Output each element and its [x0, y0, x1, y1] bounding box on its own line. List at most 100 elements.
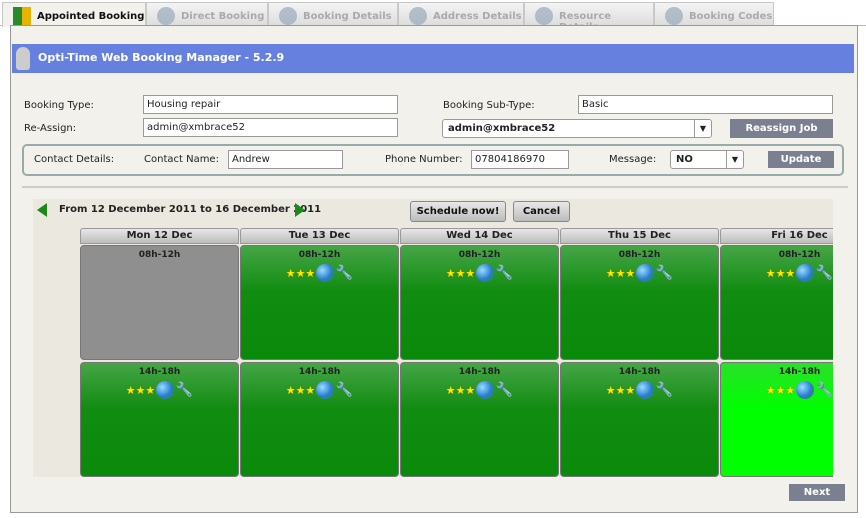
time-slot[interactable]: 08h-12h ★★★ 🔧 — [720, 245, 833, 360]
globe-pin-icon — [409, 7, 427, 25]
slot-time: 14h-18h — [458, 367, 501, 377]
tab-address-details[interactable]: Address Details — [398, 2, 524, 26]
clock-icon — [157, 7, 175, 25]
slot-time: 14h-18h — [618, 367, 661, 377]
slot-time: 14h-18h — [138, 367, 181, 377]
globe-icon — [796, 264, 815, 282]
tab-booking-codes[interactable]: Booking Codes — [654, 2, 774, 26]
day-header: Fri 16 Dec — [720, 228, 833, 244]
reassign-select[interactable]: admin@xmbrace52 ▼ — [442, 119, 712, 138]
star-icon: ★★★ — [125, 383, 156, 397]
update-button[interactable]: Update — [768, 151, 834, 168]
globe-icon — [476, 264, 495, 282]
slot-icons: ★★★ 🔧 — [401, 381, 558, 399]
user-icon — [16, 47, 30, 70]
day-header: Wed 14 Dec — [400, 228, 559, 244]
wrench-icon: 🔧 — [815, 265, 833, 281]
next-button[interactable]: Next — [789, 484, 845, 501]
time-slot[interactable]: 14h-18h ★★★ 🔧 — [80, 362, 239, 477]
time-slot[interactable]: 14h-18h ★★★ 🔧 — [720, 362, 833, 477]
grid-icon — [13, 7, 31, 25]
page-title: Opti-Time Web Booking Manager - 5.2.9 — [38, 51, 285, 64]
slot-time: 08h-12h — [618, 250, 661, 260]
slot-icons: ★★★ 🔧 — [401, 264, 558, 282]
chevron-down-icon: ▼ — [694, 120, 711, 137]
slot-time: 14h-18h — [778, 367, 821, 377]
time-slot[interactable]: 14h-18h ★★★ 🔧 — [400, 362, 559, 477]
slot-icons: ★★★ 🔧 — [561, 381, 718, 399]
app-header: Opti-Time Web Booking Manager - 5.2.9 — [12, 44, 854, 73]
people-icon — [535, 7, 553, 25]
slot-time: 08h-12h — [458, 250, 501, 260]
star-icon: ★★★ — [605, 383, 636, 397]
divider — [22, 186, 848, 188]
globe-icon — [636, 264, 655, 282]
contact-details-label: Contact Details: — [34, 154, 115, 165]
schedule-now-button[interactable]: Schedule now! — [410, 201, 506, 222]
reassign-field[interactable]: admin@xmbrace52 — [143, 118, 398, 137]
time-slot[interactable]: 14h-18h ★★★ 🔧 — [240, 362, 399, 477]
wrench-icon: 🔧 — [495, 382, 514, 398]
time-slot[interactable]: 08h-12h — [80, 245, 239, 360]
star-icon: ★★★ — [285, 383, 316, 397]
contact-name-label: Contact Name: — [144, 154, 219, 165]
booking-type-label: Booking Type: — [24, 100, 94, 111]
time-slot[interactable]: 08h-12h ★★★ 🔧 — [400, 245, 559, 360]
slot-time: 08h-12h — [298, 250, 341, 260]
star-icon: ★★★ — [765, 383, 796, 397]
slot-icons: ★★★ 🔧 — [241, 264, 398, 282]
wrench-icon: 🔧 — [335, 265, 354, 281]
phone-number-label: Phone Number: — [385, 154, 463, 165]
day-header: Thu 15 Dec — [560, 228, 719, 244]
reassign-label: Re-Assign: — [24, 123, 77, 134]
slot-icons: ★★★ 🔧 — [561, 264, 718, 282]
tab-appointed-booking[interactable]: Appointed Booking — [2, 2, 146, 27]
globe-icon — [636, 381, 655, 399]
star-icon: ★★★ — [605, 266, 636, 280]
wrench-icon: 🔧 — [655, 382, 674, 398]
phone-number-field[interactable]: 07804186970 — [471, 150, 569, 169]
contact-name-field[interactable]: Andrew — [228, 150, 343, 169]
bottle-icon — [665, 7, 683, 25]
globe-icon — [316, 264, 335, 282]
globe-icon — [476, 381, 495, 399]
time-slot[interactable]: 14h-18h ★★★ 🔧 — [560, 362, 719, 477]
slot-time: 08h-12h — [778, 250, 821, 260]
calendar: From 12 December 2011 to 16 December 201… — [33, 199, 833, 477]
wrench-icon: 🔧 — [655, 265, 674, 281]
next-week-arrow-icon[interactable] — [295, 203, 305, 217]
slot-icons: ★★★ 🔧 — [721, 264, 833, 282]
day-header: Tue 13 Dec — [240, 228, 399, 244]
slot-icons: ★★★ 🔧 — [81, 381, 238, 399]
message-select[interactable]: NO ▼ — [670, 150, 744, 169]
time-slot[interactable]: 08h-12h ★★★ 🔧 — [240, 245, 399, 360]
booking-type-field[interactable]: Housing repair — [143, 95, 398, 114]
globe-icon — [156, 381, 175, 399]
cancel-button[interactable]: Cancel — [513, 201, 570, 222]
reassign-job-button[interactable]: Reassign Job — [730, 119, 833, 138]
day-header: Mon 12 Dec — [80, 228, 239, 244]
tab-booking-details[interactable]: Booking Details — [268, 2, 398, 26]
tab-bar: Appointed Booking Direct Booking Booking… — [0, 0, 866, 33]
sub-type-field[interactable]: Basic — [578, 95, 833, 114]
star-icon: ★★★ — [445, 383, 476, 397]
message-label: Message: — [609, 154, 657, 165]
star-icon: ★★★ — [765, 266, 796, 280]
chevron-down-icon: ▼ — [726, 151, 743, 168]
previous-week-arrow-icon[interactable] — [37, 203, 47, 217]
slot-time: 14h-18h — [298, 367, 341, 377]
globe-icon — [796, 381, 815, 399]
date-range: From 12 December 2011 to 16 December 201… — [59, 204, 322, 215]
slot-time: 08h-12h — [138, 250, 181, 260]
time-slot[interactable]: 08h-12h ★★★ 🔧 — [560, 245, 719, 360]
tab-direct-booking[interactable]: Direct Booking — [146, 2, 268, 26]
wrench-icon: 🔧 — [815, 382, 833, 398]
sub-type-label: Booking Sub-Type: — [443, 100, 535, 111]
robot-icon — [279, 7, 297, 25]
globe-icon — [316, 381, 335, 399]
star-icon: ★★★ — [285, 266, 316, 280]
wrench-icon: 🔧 — [175, 382, 194, 398]
tab-resource-details[interactable]: Resource Details — [524, 2, 654, 33]
slot-icons: ★★★ 🔧 — [721, 381, 833, 399]
slot-icons: ★★★ 🔧 — [241, 381, 398, 399]
